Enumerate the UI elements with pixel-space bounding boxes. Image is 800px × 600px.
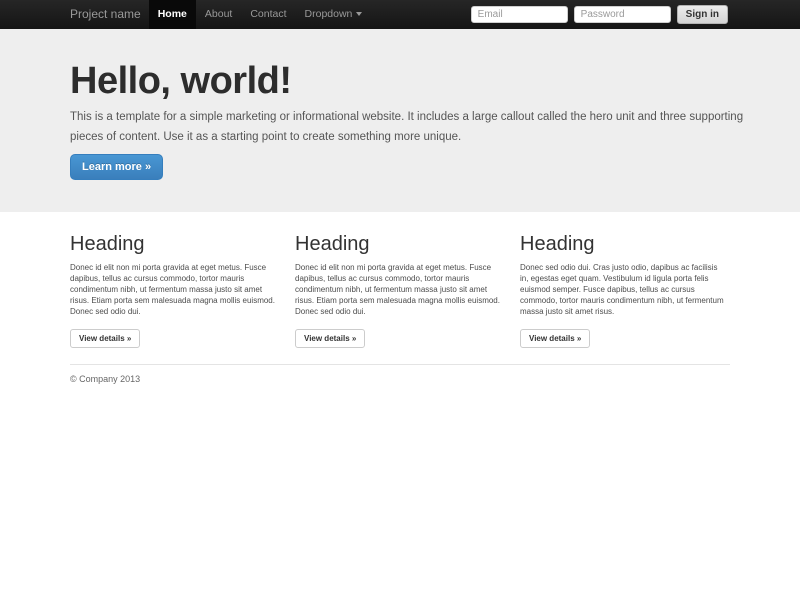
nav-item-home[interactable]: Home [149, 0, 196, 29]
sign-in-button[interactable]: Sign in [677, 5, 728, 24]
copyright-text: © Company 2013 [70, 374, 730, 384]
content-column-2: Heading Donec id elit non mi porta gravi… [295, 232, 503, 348]
column-heading: Heading [520, 232, 728, 256]
footer-divider [70, 364, 730, 365]
nav-item-about[interactable]: About [196, 0, 241, 29]
view-details-button-3[interactable]: View details » [520, 329, 590, 348]
column-heading: Heading [295, 232, 503, 256]
learn-more-button[interactable]: Learn more » [70, 154, 163, 180]
nav-item-contact[interactable]: Contact [241, 0, 295, 29]
hero-unit: Hello, world! This is a template for a s… [0, 29, 800, 212]
content-column-3: Heading Donec sed odio dui. Cras justo o… [520, 232, 728, 348]
column-body: Donec id elit non mi porta gravida at eg… [295, 262, 503, 317]
content-column-1: Heading Donec id elit non mi porta gravi… [70, 232, 278, 348]
hero-title: Hello, world! [70, 61, 730, 101]
view-details-button-2[interactable]: View details » [295, 329, 365, 348]
content-columns: Heading Donec id elit non mi porta gravi… [70, 232, 728, 348]
nav-item-dropdown[interactable]: Dropdown [296, 0, 372, 29]
column-heading: Heading [70, 232, 278, 256]
navbar: Project name Home About Contact Dropdown… [0, 0, 800, 29]
footer: © Company 2013 [70, 364, 730, 384]
column-body: Donec id elit non mi porta gravida at eg… [70, 262, 278, 317]
dropdown-label: Dropdown [305, 8, 353, 20]
email-field[interactable] [471, 6, 568, 23]
hero-description: This is a template for a simple marketin… [70, 107, 770, 147]
column-body: Donec sed odio dui. Cras justo odio, dap… [520, 262, 728, 317]
view-details-button-1[interactable]: View details » [70, 329, 140, 348]
password-field[interactable] [574, 6, 671, 23]
caret-down-icon [356, 12, 362, 16]
brand-link[interactable]: Project name [0, 0, 141, 29]
signin-form: Sign in [471, 0, 728, 29]
nav-menu: Home About Contact Dropdown [149, 0, 372, 29]
